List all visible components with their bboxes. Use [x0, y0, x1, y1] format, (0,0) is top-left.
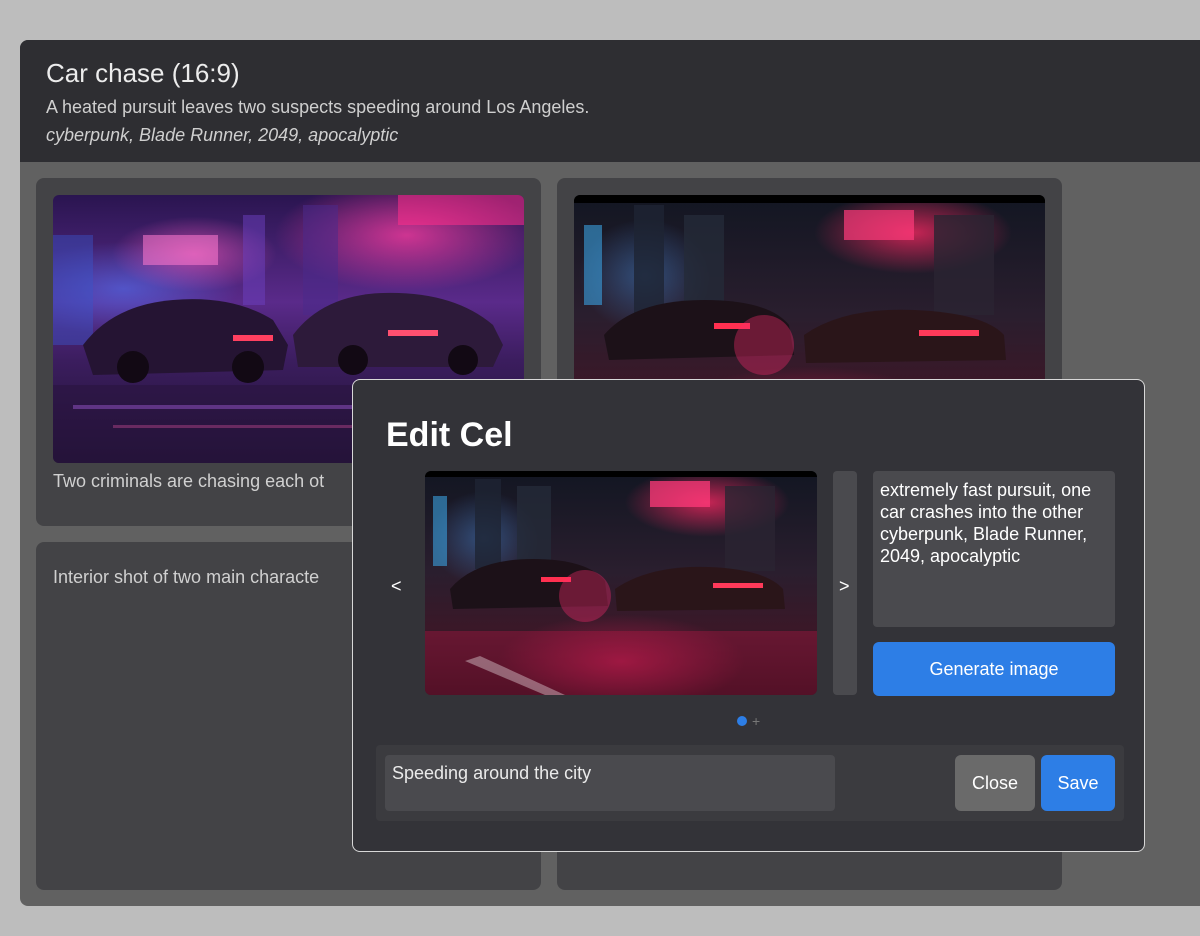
image-pagination: +: [737, 714, 760, 728]
next-image-button[interactable]: >: [839, 576, 850, 597]
car-crash-image: [425, 471, 817, 695]
board-title: Car chase (16:9): [46, 58, 240, 88]
save-button[interactable]: Save: [1041, 755, 1115, 811]
selected-image: [425, 471, 817, 695]
page-dot-active[interactable]: [737, 716, 747, 726]
modal-footer: Speeding around the city Close Save: [376, 745, 1124, 821]
modal-title: Edit Cel: [386, 416, 513, 454]
close-button[interactable]: Close: [955, 755, 1035, 811]
board-tags: cyberpunk, Blade Runner, 2049, apocalypt…: [46, 125, 399, 145]
board-description: A heated pursuit leaves two suspects spe…: [46, 97, 590, 117]
cel-caption: Interior shot of two main characte: [53, 567, 320, 587]
board-header: Car chase (16:9) A heated pursuit leaves…: [20, 40, 1200, 162]
add-image-icon[interactable]: +: [752, 714, 760, 728]
edit-cel-modal: Edit Cel < > extremely fast pursuit, one…: [352, 379, 1145, 852]
previous-image-button[interactable]: <: [391, 576, 402, 597]
image-prompt-input[interactable]: extremely fast pursuit, one car crashes …: [873, 471, 1115, 627]
cel-caption: Two criminals are chasing each ot: [53, 471, 325, 491]
generate-image-button[interactable]: Generate image: [873, 642, 1115, 696]
caption-input[interactable]: Speeding around the city: [385, 755, 835, 811]
